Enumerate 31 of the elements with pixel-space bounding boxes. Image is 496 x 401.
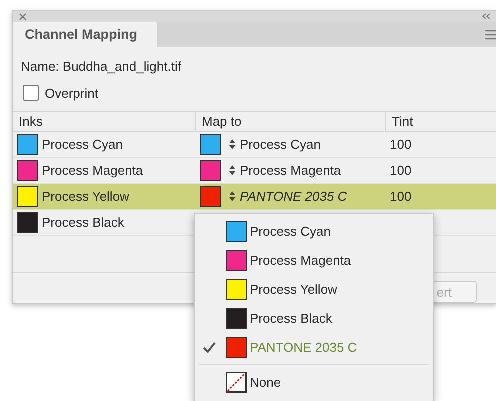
close-icon[interactable] (19, 12, 27, 21)
tint-value: 100 (390, 163, 412, 178)
map-to-name: Process Magenta (240, 163, 342, 178)
ink-row[interactable]: Process Yellow PANTONE 2035 C 100 (13, 184, 496, 210)
map-to-name: PANTONE 2035 C (240, 189, 348, 204)
menu-icon[interactable] (485, 30, 496, 40)
stepper-icon[interactable] (229, 191, 236, 202)
ink-row[interactable]: Process Cyan Process Cyan 100 (13, 132, 496, 158)
tint-value: 100 (390, 137, 412, 152)
ink-name: Process Magenta (42, 163, 144, 178)
dropdown-item[interactable]: None (195, 368, 433, 397)
ink-name: Process Cyan (42, 137, 123, 152)
ink-name: Process Yellow (42, 189, 130, 204)
stepper-icon[interactable] (229, 139, 236, 150)
checkmark-icon (203, 342, 216, 353)
panel-tab[interactable]: Channel Mapping (13, 22, 157, 47)
column-header: Inks (13, 112, 196, 131)
file-name: Name: Buddha_and_light.tif (20, 58, 182, 76)
no-color-icon (226, 372, 247, 393)
ink-name: Process Black (42, 215, 124, 230)
column-header: Tint (386, 112, 496, 131)
overprint-label: Overprint (45, 86, 98, 100)
stepper-icon[interactable] (229, 165, 236, 176)
column-header: Map to (196, 112, 386, 131)
dropdown-item[interactable]: Process Black (195, 304, 433, 333)
dropdown-item[interactable]: Process Magenta (195, 246, 433, 275)
collapse-icon[interactable] (482, 13, 491, 20)
tint-value: 100 (390, 189, 412, 204)
dropdown-item[interactable]: Process Cyan (195, 217, 433, 246)
overprint-checkbox[interactable] (23, 85, 39, 101)
map-to-name: Process Cyan (240, 137, 321, 152)
